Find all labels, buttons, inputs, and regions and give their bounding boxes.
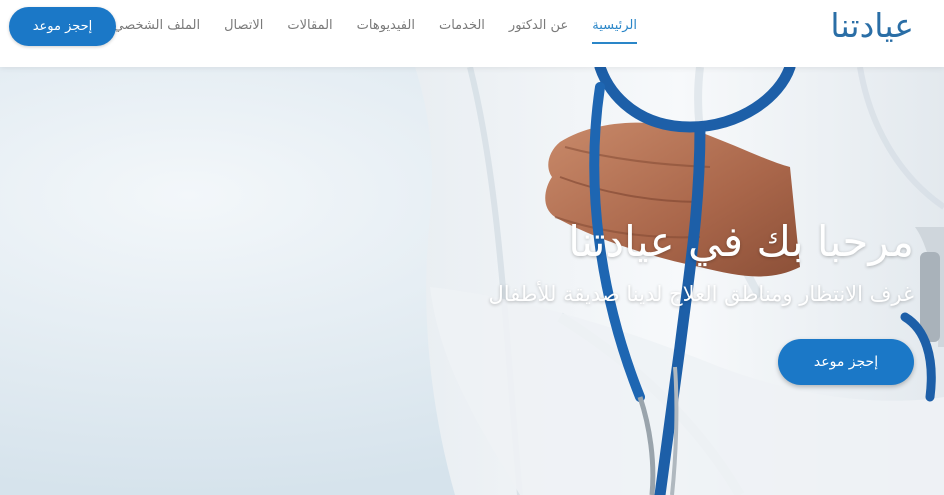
nav-item-home[interactable]: الرئيسية <box>580 16 649 44</box>
nav-item-about-doctor[interactable]: عن الدكتور <box>497 16 580 42</box>
hero-book-appointment-button[interactable]: إحجز موعد <box>778 339 914 385</box>
main-nav: الرئيسية عن الدكتور الخدمات الفيديوهات ا… <box>101 16 649 44</box>
doctor-with-stethoscope-image <box>0 67 944 495</box>
nav-item-label: الاتصال <box>224 18 264 33</box>
hero-subtitle: غرف الانتظار ومناطق العلاج لدينا صديقة ل… <box>488 282 914 306</box>
page: عيادتنا الرئيسية عن الدكتور الخدمات الفي… <box>0 0 944 495</box>
hero-title: مرحبا بك في عيادتنا <box>568 217 914 266</box>
hero-section: مرحبا بك في عيادتنا غرف الانتظار ومناطق … <box>0 67 944 495</box>
nav-item-label: الرئيسية <box>592 16 637 44</box>
nav-item-label: الملف الشخصي <box>113 18 201 33</box>
nav-item-videos[interactable]: الفيديوهات <box>345 16 427 42</box>
nav-item-label: المقالات <box>287 18 333 33</box>
book-appointment-button[interactable]: إحجز موعد <box>9 7 116 46</box>
nav-item-contact[interactable]: الاتصال <box>212 16 275 42</box>
nav-item-profile[interactable]: الملف الشخصي <box>101 16 212 42</box>
nav-item-articles[interactable]: المقالات <box>275 16 344 42</box>
nav-item-label: الفيديوهات <box>356 18 415 33</box>
nav-item-label: عن الدكتور <box>508 18 569 33</box>
site-header: عيادتنا الرئيسية عن الدكتور الخدمات الفي… <box>0 0 944 67</box>
nav-item-label: الخدمات <box>438 18 485 33</box>
site-logo[interactable]: عيادتنا <box>830 6 914 45</box>
nav-item-services[interactable]: الخدمات <box>427 16 497 42</box>
